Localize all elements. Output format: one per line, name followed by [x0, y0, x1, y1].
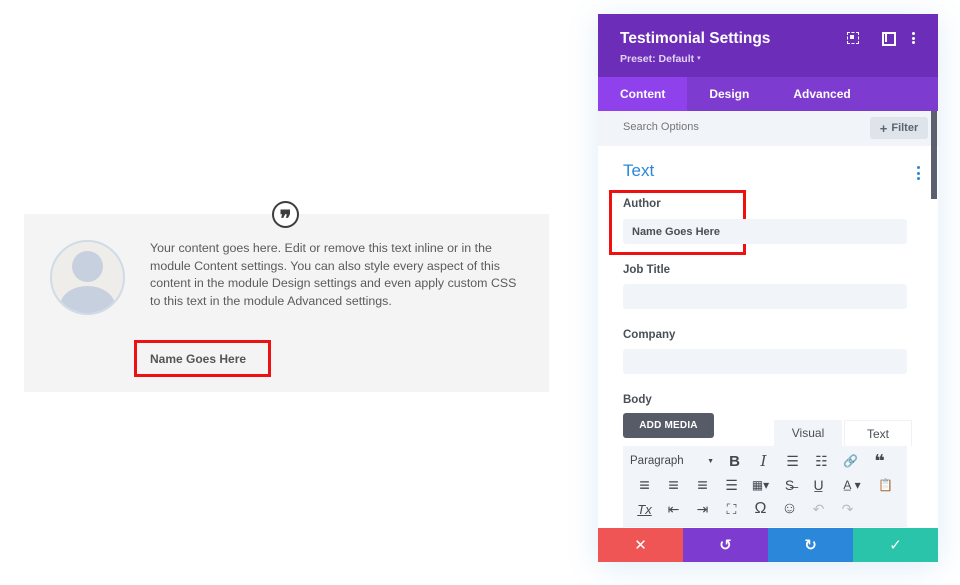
special-character-icon[interactable]: Ω [746, 498, 775, 520]
paste-text-icon[interactable]: 📋 [871, 474, 900, 496]
numbered-list-icon[interactable]: ☷ [807, 450, 836, 472]
redo-icon[interactable]: ↷ [833, 498, 862, 520]
emoji-icon[interactable]: ☺ [775, 498, 804, 520]
author-label: Author [623, 198, 661, 210]
toolbar-row-2: ≡ ≡ ≡ ☰ ▦▾ S̶ U̲ A̲ ▾ 📋 [630, 474, 900, 496]
align-left-icon[interactable]: ≡ [630, 474, 659, 496]
checkmark-icon: ✓ [889, 537, 902, 554]
outdent-icon[interactable]: ⇤ [659, 498, 688, 520]
split-view-icon[interactable] [881, 31, 896, 46]
person-placeholder-icon [72, 251, 103, 282]
undo-icon: ↺ [719, 537, 732, 554]
panel-title: Testimonial Settings [620, 30, 771, 47]
tab-advanced[interactable]: Advanced [771, 77, 872, 111]
section-more-icon[interactable] [917, 166, 921, 180]
search-bar: + Filter [598, 111, 938, 146]
undo-button[interactable]: ↺ [683, 528, 768, 562]
settings-panel: Testimonial Settings Preset: Default ▾ Co… [598, 14, 938, 562]
preset-dropdown[interactable]: Preset: Default ▾ [620, 53, 701, 65]
blockquote-icon[interactable]: ❝ [865, 450, 894, 472]
filter-button[interactable]: + Filter [870, 117, 928, 139]
body-label: Body [623, 394, 652, 406]
redo-icon: ↻ [804, 537, 817, 554]
italic-icon[interactable]: I [749, 450, 778, 472]
link-icon[interactable]: 🔗 [836, 450, 865, 472]
tab-design[interactable]: Design [687, 77, 771, 111]
search-options-input[interactable] [623, 121, 843, 133]
fullscreen-icon[interactable]: ⛶ [717, 498, 746, 520]
more-options-icon[interactable] [910, 32, 916, 44]
caret-down-icon: ▼ [707, 457, 714, 465]
toolbar-row-1: Paragraph ▼ B I ☰ ☷ 🔗 ❝ [630, 450, 894, 472]
add-media-button[interactable]: ADD MEDIA [623, 413, 714, 438]
section-title-text[interactable]: Text [623, 161, 654, 181]
avatar [50, 240, 125, 315]
editor-tab-visual[interactable]: Visual [774, 420, 842, 446]
close-icon: ✕ [634, 537, 647, 554]
bold-icon[interactable]: B [720, 450, 749, 472]
editor-tab-text[interactable]: Text [844, 420, 912, 446]
preset-label: Preset: Default [620, 53, 695, 65]
redo-button[interactable]: ↻ [768, 528, 853, 562]
strikethrough-icon[interactable]: S̶ [775, 474, 804, 496]
undo-icon[interactable]: ↶ [804, 498, 833, 520]
table-icon[interactable]: ▦▾ [746, 474, 775, 496]
align-justify-icon[interactable]: ☰ [717, 474, 746, 496]
toolbar-row-3: Tx ⇤ ⇥ ⛶ Ω ☺ ↶ ↷ [630, 498, 862, 520]
indent-icon[interactable]: ⇥ [688, 498, 717, 520]
testimonial-author[interactable]: Name Goes Here [150, 352, 246, 366]
caret-down-icon: ▾ [697, 55, 701, 62]
panel-header[interactable]: Testimonial Settings Preset: Default ▾ [598, 14, 938, 77]
tab-content[interactable]: Content [598, 77, 688, 111]
company-input[interactable] [623, 349, 907, 374]
author-highlight: Name Goes Here [134, 340, 271, 377]
panel-footer: ✕ ↺ ↻ ✓ [598, 528, 938, 562]
author-input[interactable] [623, 219, 907, 244]
job-title-label: Job Title [623, 264, 671, 276]
editor-toolbar: Paragraph ▼ B I ☰ ☷ 🔗 ❝ ≡ ≡ ≡ ☰ ▦▾ S̶ U̲… [623, 446, 907, 526]
text-color-icon[interactable]: A̲ ▾ [833, 474, 871, 496]
focus-mode-icon[interactable] [846, 31, 860, 45]
panel-tabs: Content Design Advanced [598, 77, 938, 111]
save-button[interactable]: ✓ [853, 528, 938, 562]
quote-icon: ❞ [272, 201, 299, 230]
align-right-icon[interactable]: ≡ [688, 474, 717, 496]
avatar-body-shape [60, 286, 115, 313]
format-select-value: Paragraph [630, 455, 684, 467]
clear-formatting-icon[interactable]: Tx [630, 498, 659, 520]
underline-icon[interactable]: U̲ [804, 474, 833, 496]
cancel-button[interactable]: ✕ [598, 528, 683, 562]
align-center-icon[interactable]: ≡ [659, 474, 688, 496]
filter-label: Filter [891, 122, 919, 134]
format-select[interactable]: Paragraph ▼ [630, 450, 720, 472]
plus-icon: + [879, 120, 888, 136]
company-label: Company [623, 329, 676, 341]
testimonial-body-text[interactable]: Your content goes here. Edit or remove t… [150, 240, 530, 310]
bullet-list-icon[interactable]: ☰ [778, 450, 807, 472]
job-title-input[interactable] [623, 284, 907, 309]
panel-scrollbar[interactable] [931, 111, 937, 199]
